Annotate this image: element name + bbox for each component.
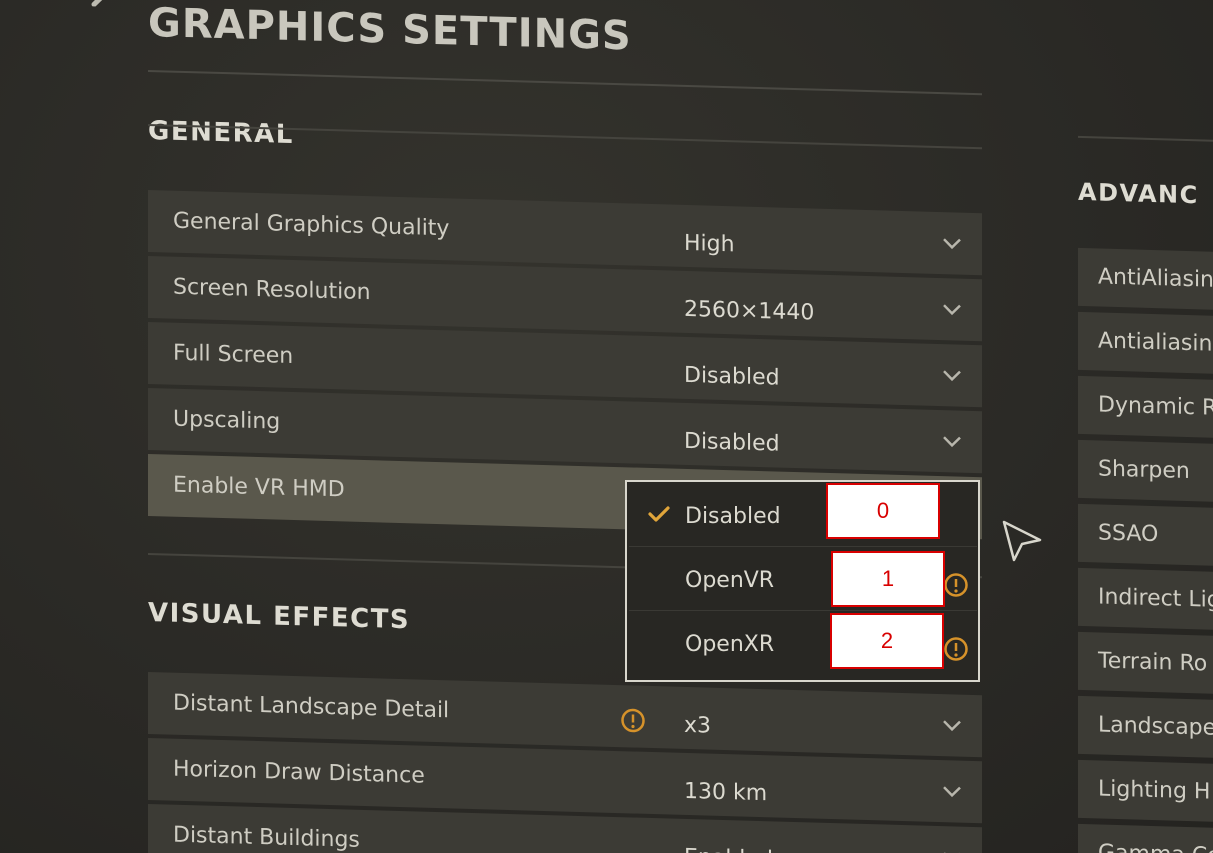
option-label: OpenVR (685, 568, 775, 593)
advanced-row[interactable]: AntiAliasin (1078, 247, 1213, 312)
setting-label: Terrain Ro (1098, 648, 1208, 677)
setting-label: Upscaling (173, 406, 281, 435)
check-icon (648, 506, 670, 522)
advanced-row[interactable]: Terrain Ro (1078, 631, 1213, 696)
marker-label-0: 0 (826, 483, 940, 539)
advanced-row[interactable]: Landscape (1078, 695, 1213, 760)
setting-value: High (684, 230, 735, 258)
advanced-row[interactable]: Gamma Co (1078, 823, 1213, 853)
chevron-down-icon[interactable] (942, 236, 962, 251)
setting-label: Enable VR HMD (173, 472, 345, 503)
chevron-down-icon[interactable] (942, 302, 962, 317)
warning-icon (944, 573, 968, 597)
chevron-down-icon[interactable] (942, 368, 962, 383)
setting-label: Gamma Co (1098, 840, 1213, 853)
setting-value: Enabled (684, 845, 773, 853)
setting-label: SSAO (1098, 520, 1159, 548)
section-heading-visual-effects: VISUAL EFFECTS (148, 597, 411, 636)
setting-label: Dynamic R (1098, 392, 1213, 421)
chevron-down-icon[interactable] (942, 718, 962, 733)
setting-label: Antialiasin (1098, 328, 1213, 357)
setting-value: x3 (684, 712, 712, 739)
page-title: GRAPHICS SETTINGS (148, 0, 632, 60)
setting-label: Indirect Lig (1098, 584, 1213, 613)
advanced-row[interactable]: Lighting H (1078, 759, 1213, 824)
mouse-cursor-icon (1002, 520, 1042, 562)
marker-label-2: 2 (830, 613, 944, 669)
setting-value: Disabled (684, 428, 780, 457)
section-heading-advanced: ADVANC (1078, 177, 1199, 210)
option-label: Disabled (685, 504, 781, 529)
warning-icon (944, 637, 968, 661)
advanced-row[interactable]: Antialiasin (1078, 311, 1213, 376)
setting-label: Sharpen (1098, 456, 1190, 485)
option-label: OpenXR (685, 632, 775, 657)
advanced-row[interactable]: Indirect Lig (1078, 567, 1213, 632)
chevron-down-icon[interactable] (942, 784, 962, 799)
back-arrow-icon[interactable] (64, 0, 120, 7)
setting-label: Full Screen (173, 340, 294, 370)
setting-label: Distant Buildings (173, 822, 360, 853)
setting-label: Landscape (1098, 712, 1213, 741)
setting-label: AntiAliasin (1098, 264, 1213, 293)
setting-label: Distant Landscape Detail (173, 690, 450, 724)
setting-label: General Graphics Quality (173, 208, 450, 242)
advanced-row[interactable]: Dynamic R (1078, 375, 1213, 440)
section-divider (1078, 135, 1213, 142)
setting-value: 2560×1440 (684, 296, 815, 326)
setting-value: Disabled (684, 362, 780, 391)
settings-panel: GRAPHICS SETTINGS GENERAL General Graphi… (0, 0, 1213, 853)
setting-label: Lighting H (1098, 776, 1211, 805)
warning-icon (621, 708, 645, 733)
marker-label-1: 1 (831, 551, 945, 607)
graphics-settings-screen: GRAPHICS SETTINGS GENERAL General Graphi… (0, 0, 1213, 853)
section-heading-general: GENERAL (148, 115, 294, 151)
setting-label: Screen Resolution (173, 274, 371, 306)
advanced-row[interactable]: Sharpen (1078, 439, 1213, 504)
chevron-down-icon[interactable] (942, 434, 962, 449)
advanced-row[interactable]: SSAO (1078, 503, 1213, 568)
setting-label: Horizon Draw Distance (173, 756, 425, 789)
setting-value: 130 km (684, 778, 768, 807)
title-divider (148, 69, 982, 96)
